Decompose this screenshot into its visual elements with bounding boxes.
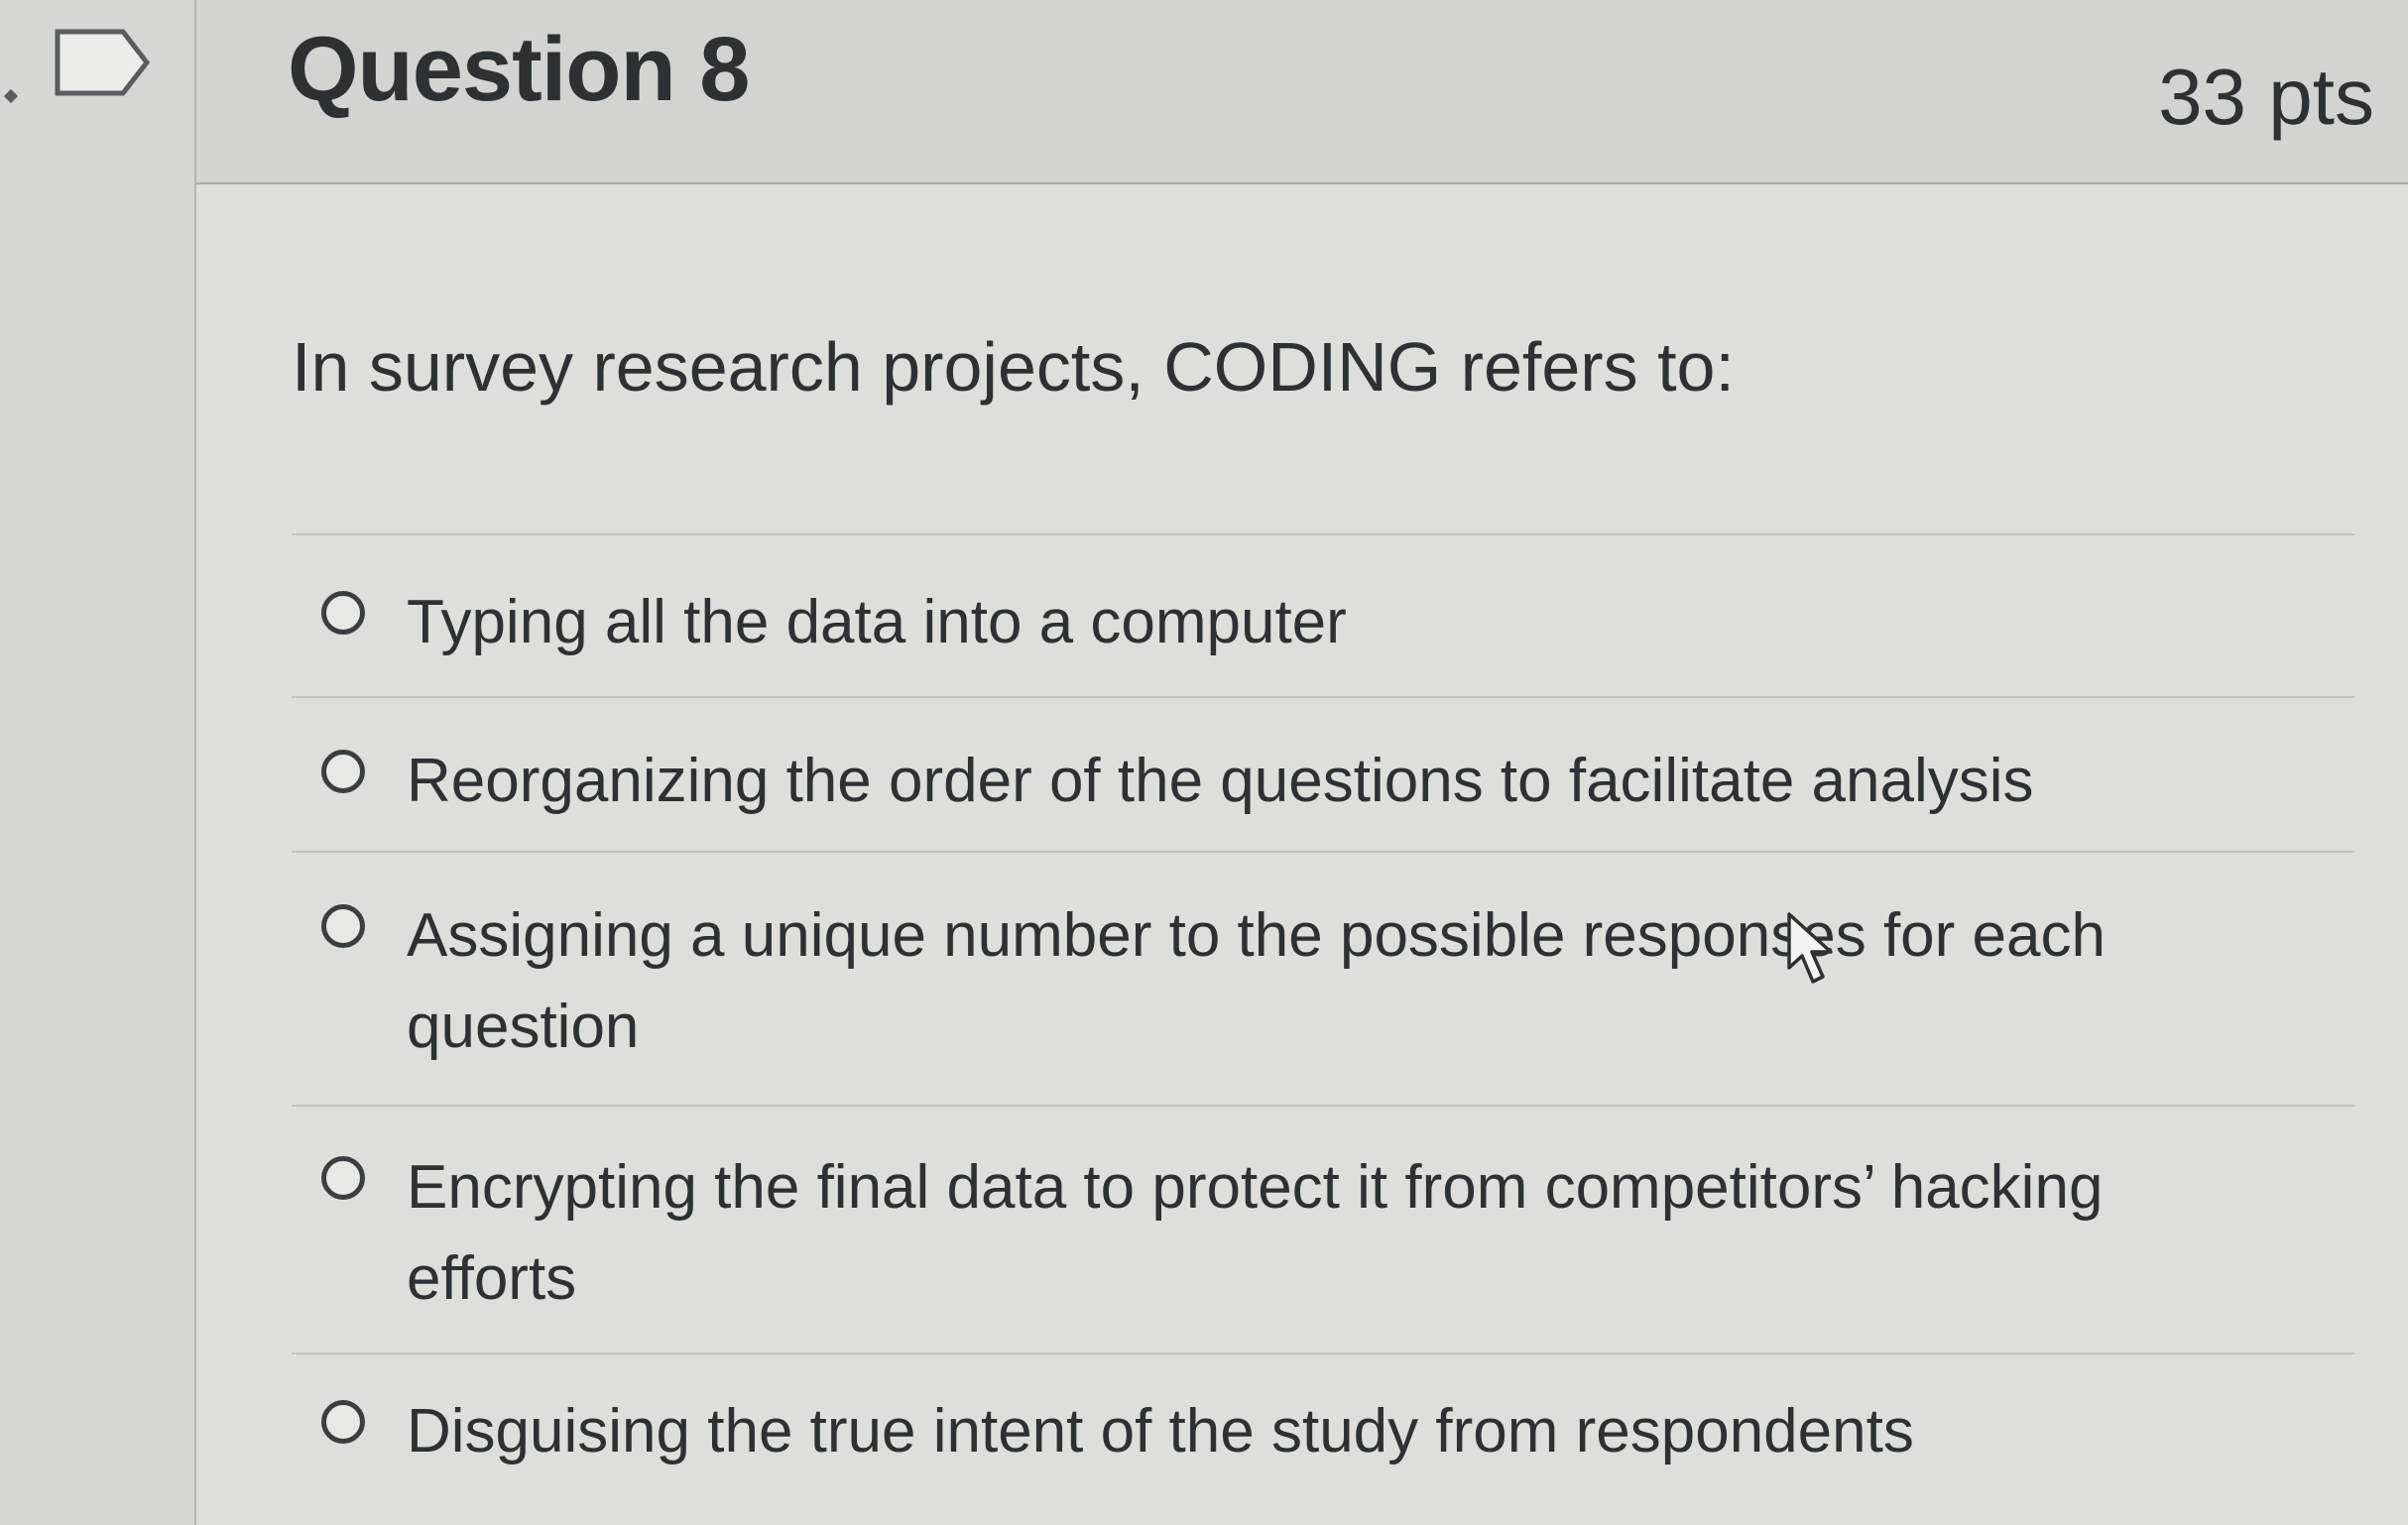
question-points: 33 pts [2158,53,2374,141]
answer-label: Typing all the data into a computer [407,588,1347,656]
left-gutter [0,0,194,1525]
radio-button[interactable] [321,904,365,948]
question-title: Question 8 [288,19,750,120]
answer-label: Disguising the true intent of the study … [407,1397,1914,1466]
divider [292,533,2354,535]
divider [292,851,2354,853]
divider [292,1352,2354,1354]
question-header: Question 8 33 pts [196,0,2408,184]
answer-label: Encrypting the final data to protect it … [407,1153,2104,1313]
radio-button[interactable] [321,1156,365,1200]
answer-label: Reorganizing the order of the questions … [407,747,2034,815]
divider [292,1105,2354,1107]
radio-button[interactable] [321,1400,365,1444]
gutter-marker [3,88,19,104]
radio-button[interactable] [321,750,365,793]
question-prompt: In survey research projects, CODING refe… [292,328,1735,406]
flag-question-icon[interactable] [54,28,151,97]
mouse-pointer-icon [1787,912,1833,984]
divider [292,696,2354,698]
question-card: Question 8 33 pts In survey research pro… [194,0,2408,1525]
answer-label: Assigning a unique number to the possibl… [407,901,2106,1061]
radio-button[interactable] [321,591,365,635]
